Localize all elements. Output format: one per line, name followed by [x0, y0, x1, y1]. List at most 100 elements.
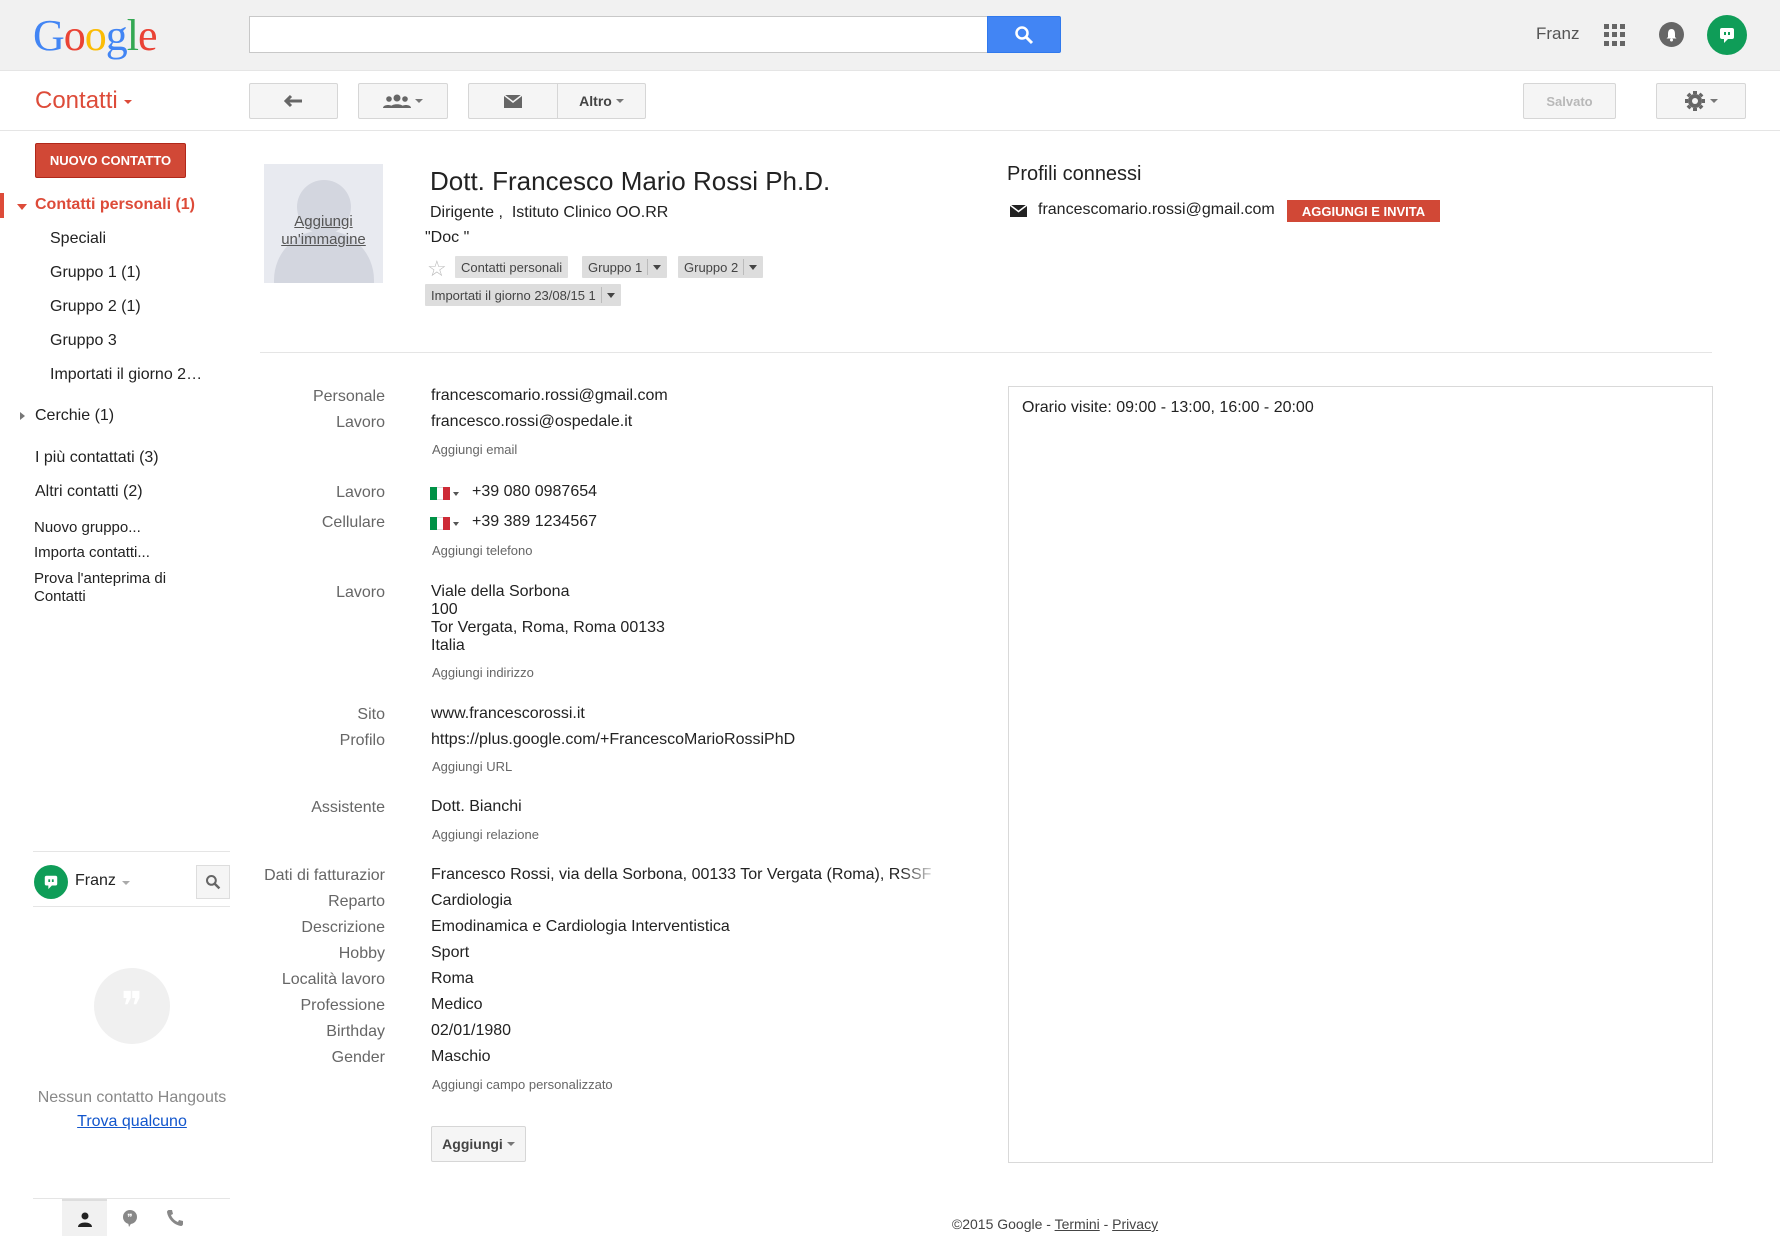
- add-photo-link[interactable]: Aggiungi un'immagine: [264, 213, 383, 249]
- expand-down-icon[interactable]: [17, 204, 27, 210]
- notes-box[interactable]: Orario visite: 09:00 - 13:00, 16:00 - 20…: [1008, 386, 1713, 1163]
- add-custom-field-link[interactable]: Aggiungi campo personalizzato: [432, 1077, 613, 1092]
- nav-group-3[interactable]: Gruppo 3: [50, 332, 117, 350]
- chip-label: Gruppo 1: [588, 259, 643, 275]
- apps-grid-icon[interactable]: [1604, 24, 1626, 46]
- nav-group-speciali[interactable]: Speciali: [50, 230, 106, 248]
- account-name[interactable]: Franz: [1536, 24, 1579, 44]
- nav-most-contacted[interactable]: I più contattati (3): [35, 449, 159, 467]
- hangouts-icon[interactable]: [1707, 15, 1747, 55]
- group-chip-imported[interactable]: Importati il giorno 23/08/15 1: [425, 284, 621, 306]
- address-line[interactable]: Viale della Sorbona: [431, 583, 569, 601]
- address-line[interactable]: Tor Vergata, Roma, Roma 00133: [431, 619, 665, 637]
- chevron-down-icon[interactable]: [653, 264, 662, 270]
- custom-field-value[interactable]: Cardiologia: [431, 892, 512, 910]
- mail-icon: [1010, 205, 1027, 217]
- contact-name[interactable]: Dott. Francesco Mario Rossi Ph.D.: [430, 166, 830, 197]
- chevron-down-icon[interactable]: [453, 522, 459, 526]
- url-profile[interactable]: https://plus.google.com/+FrancescoMarioR…: [431, 731, 795, 749]
- divider: [33, 851, 230, 852]
- expand-right-icon[interactable]: [20, 412, 25, 420]
- custom-field-value[interactable]: Sport: [431, 944, 469, 962]
- app-switcher[interactable]: Contatti: [35, 87, 132, 115]
- nav-group-2[interactable]: Gruppo 2 (1): [50, 298, 141, 316]
- star-icon[interactable]: ☆: [427, 258, 447, 280]
- quote-bubble-icon: ❞: [94, 968, 170, 1044]
- field-label: Hobby: [338, 945, 385, 962]
- contact-job[interactable]: Dirigente , Istituto Clinico OO.RR: [430, 204, 668, 222]
- nav-circles[interactable]: Cerchie (1): [35, 407, 114, 425]
- add-address-link[interactable]: Aggiungi indirizzo: [432, 665, 534, 680]
- email-button[interactable]: [468, 83, 557, 119]
- privacy-link[interactable]: Privacy: [1112, 1216, 1158, 1232]
- nav-group-1[interactable]: Gruppo 1 (1): [50, 264, 141, 282]
- groups-button[interactable]: [358, 83, 448, 119]
- add-url-link[interactable]: Aggiungi URL: [432, 759, 512, 774]
- contact-nickname[interactable]: "Doc ": [425, 229, 469, 247]
- custom-field-value[interactable]: 02/01/1980: [431, 1022, 511, 1040]
- preview-contacts-link[interactable]: Prova l'anteprima di Contatti: [34, 570, 166, 606]
- add-phone-link[interactable]: Aggiungi telefono: [432, 543, 532, 558]
- italy-flag-icon[interactable]: [430, 517, 451, 530]
- field-label: Cellulare: [321, 514, 385, 531]
- divider: [260, 352, 1712, 353]
- new-contact-button[interactable]: NUOVO CONTATTO: [35, 143, 186, 178]
- chevron-down-icon[interactable]: [453, 492, 459, 496]
- address-line[interactable]: 100: [431, 601, 458, 619]
- new-group-link[interactable]: Nuovo gruppo...: [34, 519, 141, 536]
- field-label: Località lavoro: [281, 971, 385, 988]
- relation-assistant[interactable]: Dott. Bianchi: [431, 798, 522, 816]
- connected-email[interactable]: francescomario.rossi@gmail.com: [1038, 201, 1275, 219]
- notes-text: Orario visite: 09:00 - 13:00, 16:00 - 20…: [1022, 399, 1314, 416]
- preview-link-line1: Prova l'anteprima di: [34, 570, 167, 587]
- import-contacts-link[interactable]: Importa contatti...: [34, 544, 150, 561]
- group-chip-1[interactable]: Gruppo 1: [582, 256, 668, 278]
- phone-work[interactable]: +39 080 0987654: [472, 483, 597, 501]
- email-work[interactable]: francesco.rossi@ospedale.it: [431, 413, 632, 431]
- custom-field-value[interactable]: Emodinamica e Cardiologia Interventistic…: [431, 918, 730, 936]
- saved-button[interactable]: Salvato: [1523, 83, 1616, 119]
- hangouts-user[interactable]: Franz: [75, 872, 130, 890]
- chevron-down-icon[interactable]: [606, 292, 615, 298]
- group-chip-personal[interactable]: Contatti personali: [455, 256, 569, 278]
- back-arrow-icon: [283, 94, 302, 108]
- google-logo[interactable]: Google: [33, 10, 158, 61]
- chevron-down-icon[interactable]: [749, 264, 758, 270]
- logo-letter-g: G: [33, 11, 65, 60]
- custom-field-value[interactable]: Francesco Rossi, via della Sorbona, 0013…: [431, 866, 931, 884]
- add-relation-link[interactable]: Aggiungi relazione: [432, 827, 539, 842]
- search-button[interactable]: [987, 16, 1061, 53]
- field-label: Birthday: [326, 1023, 385, 1040]
- hangouts-avatar[interactable]: [34, 865, 68, 899]
- bell-icon[interactable]: [1659, 22, 1684, 47]
- url-site[interactable]: www.francescorossi.it: [431, 705, 585, 723]
- nav-other-contacts[interactable]: Altri contatti (2): [35, 483, 143, 501]
- more-button[interactable]: Altro: [557, 83, 646, 119]
- hangouts-search-button[interactable]: [196, 865, 230, 899]
- custom-field-value[interactable]: Medico: [431, 996, 483, 1014]
- custom-field-value[interactable]: Roma: [431, 970, 474, 988]
- italy-flag-icon[interactable]: [430, 487, 451, 500]
- hangouts-user-name: Franz: [75, 872, 116, 889]
- address-line[interactable]: Italia: [431, 637, 465, 655]
- add-field-button[interactable]: Aggiungi: [431, 1126, 526, 1162]
- chevron-down-icon: [123, 99, 132, 104]
- nav-group-imported[interactable]: Importati il giorno 2…: [50, 366, 202, 384]
- nav-personal-contacts[interactable]: Contatti personali (1): [35, 196, 195, 214]
- settings-button[interactable]: [1656, 83, 1746, 119]
- field-label: Professione: [300, 997, 386, 1014]
- email-personal[interactable]: francescomario.rossi@gmail.com: [431, 387, 668, 405]
- add-email-link[interactable]: Aggiungi email: [432, 442, 517, 457]
- terms-link[interactable]: Termini: [1055, 1216, 1100, 1232]
- add-and-invite-button[interactable]: AGGIUNGI E INVITA: [1287, 200, 1440, 222]
- contact-photo[interactable]: Aggiungi un'immagine: [264, 164, 383, 283]
- logo-letter-e: e: [138, 11, 158, 60]
- phone-mobile[interactable]: +39 389 1234567: [472, 513, 597, 531]
- back-button[interactable]: [249, 83, 338, 119]
- search-input[interactable]: [249, 16, 987, 53]
- custom-field-value[interactable]: Maschio: [431, 1048, 491, 1066]
- chip-label: Contatti personali: [461, 259, 563, 275]
- find-someone-link[interactable]: Trova qualcuno: [0, 1113, 264, 1131]
- group-chip-2[interactable]: Gruppo 2: [678, 256, 764, 278]
- gear-icon: [1685, 91, 1705, 111]
